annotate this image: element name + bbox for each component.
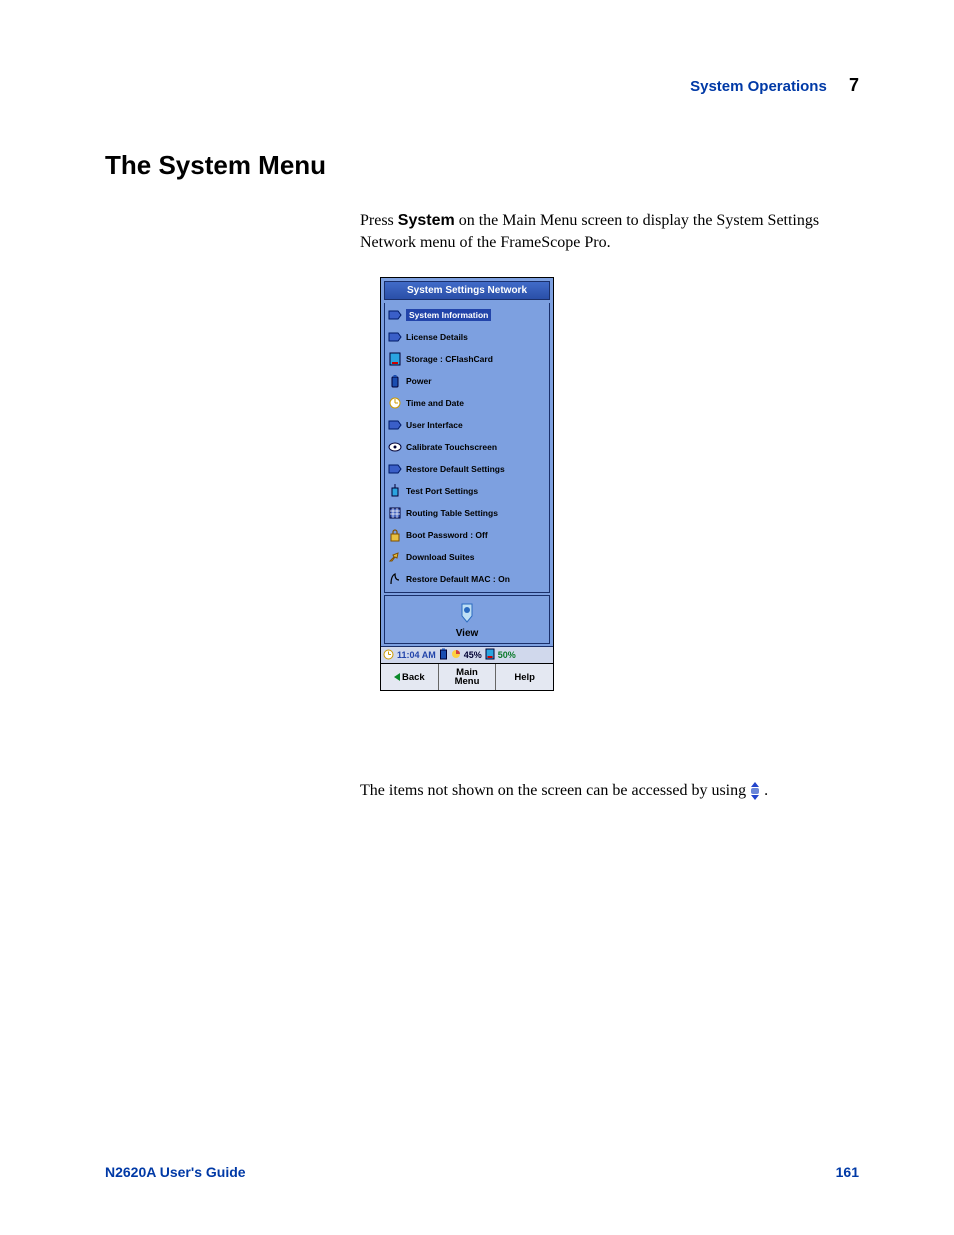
page-header: System Operations 7 xyxy=(690,75,859,96)
routing-icon xyxy=(388,506,402,520)
menu-label: Time and Date xyxy=(406,398,464,408)
main-menu-label: Main Menu xyxy=(455,668,480,687)
menu-label: System Information xyxy=(406,309,491,321)
device-title: System Settings Network xyxy=(384,281,550,300)
chapter-number: 7 xyxy=(849,75,859,95)
view-label: View xyxy=(385,628,549,639)
bottom-button-bar: Back Main Menu Help xyxy=(381,663,553,690)
help-button[interactable]: Help xyxy=(496,664,553,690)
p1-bold: System xyxy=(398,212,455,229)
clock-icon xyxy=(388,396,402,410)
menu-item-storage[interactable]: Storage : CFlashCard xyxy=(387,348,547,370)
p2-post: . xyxy=(764,780,768,802)
menu-item-system-information[interactable]: System Information xyxy=(387,304,547,326)
menu-label: License Details xyxy=(406,332,468,342)
pie-status-icon xyxy=(451,649,461,661)
card-status-icon xyxy=(485,648,495,662)
power-icon xyxy=(388,374,402,388)
p1-pre: Press xyxy=(360,212,398,229)
status-storage-pct: 50% xyxy=(498,650,516,660)
menu-label: Test Port Settings xyxy=(406,486,478,496)
menu-list: System Information License Details Stora… xyxy=(384,303,550,593)
menu-label: Restore Default Settings xyxy=(406,464,505,474)
mac-icon xyxy=(388,572,402,586)
page: System Operations 7 The System Menu Pres… xyxy=(0,0,954,1235)
menu-item-test-port-settings[interactable]: Test Port Settings xyxy=(387,480,547,502)
menu-item-license-details[interactable]: License Details xyxy=(387,326,547,348)
menu-item-calibrate-touchscreen[interactable]: Calibrate Touchscreen xyxy=(387,436,547,458)
info-icon xyxy=(388,308,402,322)
menu-item-restore-default-mac[interactable]: Restore Default MAC : On xyxy=(387,568,547,590)
up-down-arrow-icon xyxy=(750,782,760,800)
back-arrow-icon xyxy=(394,673,400,681)
menu-label: Download Suites xyxy=(406,552,474,562)
menu-label: Power xyxy=(406,376,432,386)
menu-label: Restore Default MAC : On xyxy=(406,574,510,584)
menu-item-time-and-date[interactable]: Time and Date xyxy=(387,392,547,414)
download-icon xyxy=(388,550,402,564)
view-icon xyxy=(459,602,475,624)
help-label: Help xyxy=(514,672,535,683)
page-title: The System Menu xyxy=(105,150,326,181)
status-time: 11:04 AM xyxy=(397,650,436,660)
battery-status-icon xyxy=(439,648,448,662)
p2-pre: The items not shown on the screen can be… xyxy=(360,780,746,802)
menu-item-power[interactable]: Power xyxy=(387,370,547,392)
menu-item-routing-table-settings[interactable]: Routing Table Settings xyxy=(387,502,547,524)
footer-guide-title: N2620A User's Guide xyxy=(105,1164,246,1180)
ui-icon xyxy=(388,418,402,432)
view-area[interactable]: View xyxy=(384,595,550,644)
menu-label: Boot Password : Off xyxy=(406,530,488,540)
paragraph-2: The items not shown on the screen can be… xyxy=(360,780,850,802)
paragraph-1: Press System on the Main Menu screen to … xyxy=(360,210,850,255)
section-label: System Operations xyxy=(690,78,827,95)
license-icon xyxy=(388,330,402,344)
storage-icon xyxy=(388,352,402,366)
menu-label: Calibrate Touchscreen xyxy=(406,442,497,452)
menu-label: Storage : CFlashCard xyxy=(406,354,493,364)
menu-item-user-interface[interactable]: User Interface xyxy=(387,414,547,436)
main-menu-button[interactable]: Main Menu xyxy=(439,664,497,690)
footer-page-number: 161 xyxy=(836,1164,859,1180)
status-battery-pct: 45% xyxy=(464,650,482,660)
calibrate-icon xyxy=(388,440,402,454)
menu-item-restore-default-settings[interactable]: Restore Default Settings xyxy=(387,458,547,480)
menu-label: User Interface xyxy=(406,420,463,430)
back-button[interactable]: Back xyxy=(381,664,439,690)
port-icon xyxy=(388,484,402,498)
status-bar: 11:04 AM 45% 50% xyxy=(381,646,553,663)
menu-item-download-suites[interactable]: Download Suites xyxy=(387,546,547,568)
restore-icon xyxy=(388,462,402,476)
lock-icon xyxy=(388,528,402,542)
menu-label: Routing Table Settings xyxy=(406,508,498,518)
clock-status-icon xyxy=(383,649,394,662)
device-screenshot: System Settings Network System Informati… xyxy=(380,277,554,691)
menu-item-boot-password[interactable]: Boot Password : Off xyxy=(387,524,547,546)
back-label: Back xyxy=(402,672,425,683)
